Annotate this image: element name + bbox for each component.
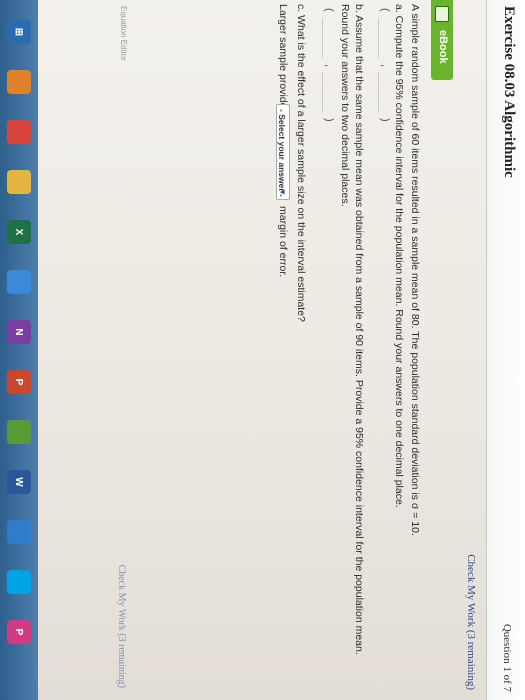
ebook-label: eBook [437, 30, 449, 64]
powerpoint-icon[interactable]: P [7, 370, 31, 394]
part-a-open-paren: ( [379, 8, 391, 12]
part-a-lower-input[interactable] [378, 18, 389, 58]
folder-icon[interactable] [7, 170, 31, 194]
check-my-work-link-top[interactable]: Check My Work (3 remaining) [465, 554, 477, 690]
app-icon[interactable]: P [7, 620, 31, 644]
skype-icon[interactable] [7, 570, 31, 594]
part-b-text-line1: b. Assume that the same sample mean was … [353, 4, 365, 655]
part-b-upper-input[interactable] [322, 72, 333, 112]
exercise-title: Exercise 08.03 Algorithmic [501, 6, 517, 178]
part-a-close-paren: ) [379, 118, 391, 122]
windows-start-icon[interactable]: ⊞ [7, 20, 31, 44]
part-a-upper-input[interactable] [378, 72, 389, 112]
check-my-work-link-bottom[interactable]: Check My Work (3 remaining) [116, 565, 127, 688]
part-a-text: a. Compute the 95% confidence interval f… [393, 4, 405, 508]
part-c-question: c. What is the effect of a larger sample… [295, 4, 307, 322]
part-a-comma: , [379, 64, 391, 68]
margin-of-error-select[interactable]: - Select your answer - ▼ [276, 104, 290, 200]
ebook-icon [435, 6, 449, 22]
part-b-close-paren: ) [323, 118, 335, 122]
problem-intro: A simple random sample of 60 items resul… [409, 4, 421, 536]
chrome-icon[interactable] [7, 120, 31, 144]
part-c-suffix: margin of error. [277, 206, 289, 278]
word-icon[interactable]: W [7, 470, 31, 494]
select-value: - Select your answer - [277, 109, 287, 197]
firefox-icon[interactable] [7, 70, 31, 94]
excel-icon[interactable]: X [7, 220, 31, 244]
onenote-icon[interactable]: N [7, 320, 31, 344]
question-counter: Question 1 of 7 [501, 623, 513, 692]
part-b-comma: , [323, 64, 335, 68]
equation-editor-link[interactable]: Equation Editor [119, 6, 128, 61]
assignment-header: Exercise 08.03 Algorithmic Question 1 of… [486, 0, 525, 700]
part-b-text-line2: Round your answers to two decimal places… [339, 4, 351, 207]
taskbar: ⊞ X N P W P [0, 0, 38, 700]
part-b-open-paren: ( [323, 8, 335, 12]
media-icon[interactable] [7, 420, 31, 444]
mail-icon[interactable] [7, 520, 31, 544]
ebook-button[interactable]: eBook [431, 0, 453, 80]
chevron-down-icon: ▼ [278, 188, 287, 196]
store-icon[interactable] [7, 270, 31, 294]
laptop-screen: Exercise 08.03 Algorithmic Question 1 of… [0, 0, 525, 700]
part-b-lower-input[interactable] [322, 18, 333, 58]
